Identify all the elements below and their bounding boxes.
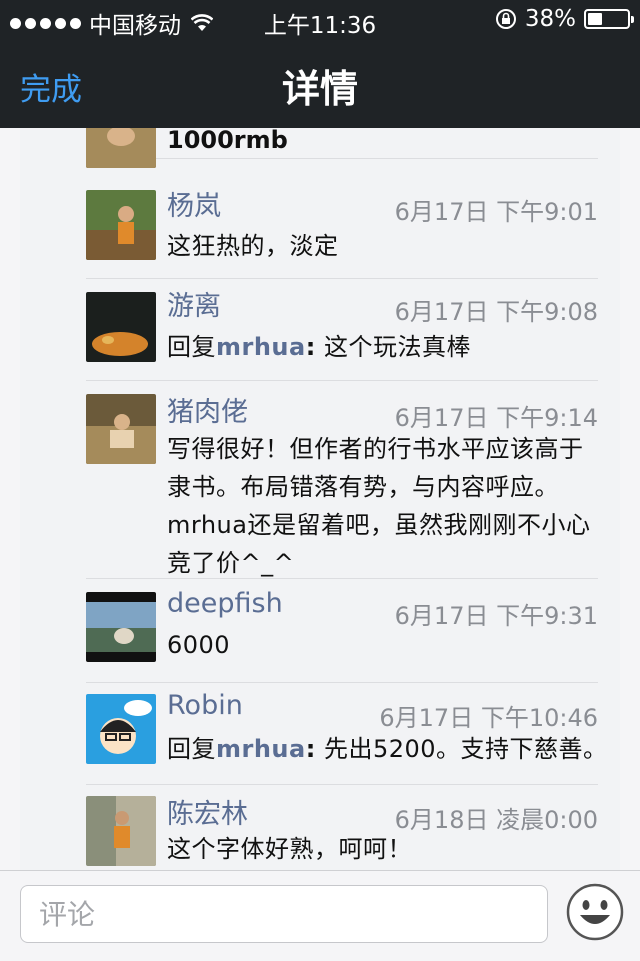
signal-strength-icon <box>10 17 81 29</box>
nav-bar: 完成 详情 <box>0 40 640 128</box>
list-item: 陈宏林 6月18日 凌晨0:00 这个字体好熟，呵呵！ <box>86 784 598 870</box>
comment-text: 6000 <box>167 631 231 659</box>
comment-author[interactable]: 游离 <box>167 284 221 323</box>
list-item: deepfish 6月17日 下午9:31 6000 <box>86 578 598 683</box>
list-item: Robin 6月17日 下午10:46 回复mrhua: 先出5200。支持下慈… <box>86 682 607 785</box>
comment-text: 1000rmb <box>167 128 288 154</box>
avatar[interactable] <box>86 190 156 260</box>
comment-time: 6月17日 下午9:14 <box>394 404 598 432</box>
battery-level-fill <box>588 13 602 25</box>
comment-list[interactable]: 1000rmb 杨岚 6月17日 下午9:01 这狂热的，淡定 游离 6月17日… <box>20 128 620 870</box>
list-item: 游离 6月17日 下午9:08 回复mrhua: 这个玩法真棒 <box>86 278 598 381</box>
wifi-icon <box>191 14 213 31</box>
comment-time: 6月17日 下午9:08 <box>394 298 598 326</box>
avatar[interactable] <box>86 128 156 168</box>
battery-percent: 38% <box>524 6 576 32</box>
comment-text: 写得很好！但作者的行书水平应该高于隶书。布局错落有势，与内容呼应。mrhua还是… <box>167 435 591 577</box>
page-title: 详情 <box>281 67 358 111</box>
comment-time: 6月17日 下午10:46 <box>379 704 598 732</box>
status-bar: 中国移动 上午11:36 38% <box>0 0 640 40</box>
comment-author[interactable]: 陈宏林 <box>167 792 248 831</box>
avatar[interactable] <box>86 292 156 362</box>
list-item: 猪肉佬 6月17日 下午9:14 写得很好！但作者的行书水平应该高于隶书。布局错… <box>86 380 598 579</box>
comment-author[interactable]: 猪肉佬 <box>167 390 248 429</box>
comment-bar <box>0 870 640 961</box>
avatar[interactable] <box>86 796 156 866</box>
comment-author[interactable]: deepfish <box>167 588 283 619</box>
rotation-lock-icon <box>495 9 516 29</box>
comment-text: 这狂热的，淡定 <box>167 232 339 260</box>
list-item: 杨岚 6月17日 下午9:01 这狂热的，淡定 <box>86 180 598 279</box>
comment-time: 6月17日 下午9:01 <box>394 198 598 226</box>
avatar[interactable] <box>86 592 156 662</box>
comment-text: 回复mrhua: 这个玩法真棒 <box>167 333 471 361</box>
comment-input[interactable] <box>20 885 548 943</box>
comment-text: 这个字体好熟，呵呵！ <box>167 835 412 863</box>
avatar[interactable] <box>86 394 156 464</box>
comment-author[interactable]: 杨岚 <box>167 184 221 223</box>
battery-icon <box>584 9 634 29</box>
carrier-label: 中国移动 <box>89 13 181 39</box>
reply-mention[interactable]: mrhua <box>216 735 306 763</box>
avatar[interactable] <box>86 694 156 764</box>
reply-mention[interactable]: mrhua <box>216 333 306 361</box>
comment-text: 回复mrhua: 先出5200。支持下慈善。 <box>167 735 608 763</box>
comment-author[interactable]: Robin <box>167 690 243 721</box>
emoji-icon[interactable] <box>566 883 624 941</box>
list-item: 1000rmb <box>86 128 598 168</box>
